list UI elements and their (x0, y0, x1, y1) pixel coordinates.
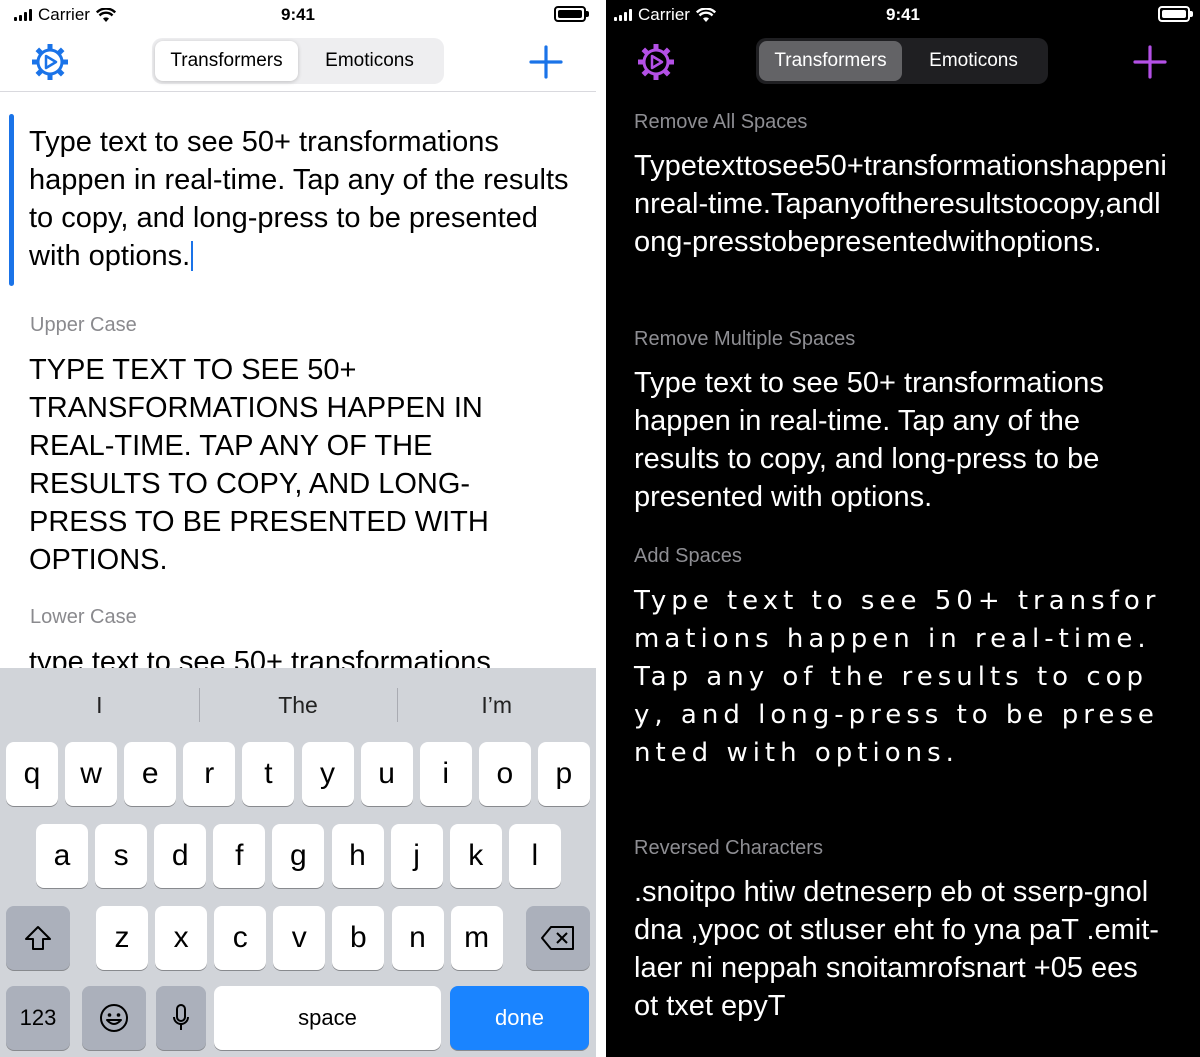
key-z[interactable]: z (96, 906, 148, 970)
tab-emoticons[interactable]: Emoticons (298, 41, 441, 81)
tab-transformers[interactable]: Transformers (759, 41, 902, 81)
status-bar: Carrier 9:41 (0, 0, 596, 30)
navigation-bar: Transformers Emoticons (0, 30, 596, 92)
add-plus-icon[interactable] (528, 44, 564, 80)
result-text-remove-multiple-spaces[interactable]: Type text to see 50+ transformations hap… (634, 364, 1154, 516)
tab-emoticons[interactable]: Emoticons (902, 41, 1045, 81)
result-text-reversed-characters[interactable]: .snoitpo htiw detneserp eb ot sserp-gnol… (634, 873, 1164, 1025)
key-m[interactable]: m (450, 906, 503, 970)
key-y[interactable]: y (301, 742, 354, 806)
result-text-upper-case[interactable]: TYPE TEXT TO SEE 50+ TRANSFORMATIONS HAP… (29, 351, 549, 579)
suggestion-item[interactable]: The (198, 668, 398, 742)
key-l[interactable]: l (508, 824, 561, 888)
text-input-area[interactable]: Type text to see 50+ transformations hap… (0, 106, 596, 286)
result-text-remove-all-spaces[interactable]: Typetexttosee50+transformationshappeninr… (634, 147, 1174, 261)
status-time: 9:41 (885, 5, 921, 24)
key-c[interactable]: c (214, 906, 267, 970)
key-d[interactable]: d (154, 824, 207, 888)
status-time: 9:41 (280, 5, 316, 24)
result-label-remove-all-spaces: Remove All Spaces (634, 111, 808, 133)
tab-transformers[interactable]: Transformers (155, 41, 298, 81)
light-mode-screen: Carrier 9:41 Transformers Emoticons Type… (0, 0, 596, 1057)
suggestion-item[interactable]: I (0, 668, 199, 742)
dark-mode-screen: Carrier 9:41 Transformers Emoticons Remo… (606, 0, 1200, 1057)
mode-segmented-control: Transformers Emoticons (152, 38, 444, 84)
numbers-key[interactable]: 123 (6, 986, 70, 1050)
key-q[interactable]: q (6, 742, 58, 806)
settings-gear-icon[interactable] (636, 42, 676, 82)
result-label-reversed-characters: Reversed Characters (634, 837, 823, 859)
dictation-key[interactable] (156, 986, 206, 1050)
done-key[interactable]: done (450, 986, 589, 1050)
result-text-add-spaces[interactable]: Type text to see 50+ transformations hap… (634, 582, 1179, 772)
key-e[interactable]: e (124, 742, 177, 806)
key-t[interactable]: t (242, 742, 295, 806)
key-o[interactable]: o (478, 742, 531, 806)
backspace-key[interactable] (526, 906, 590, 970)
add-plus-icon[interactable] (1132, 44, 1168, 80)
input-text-field[interactable]: Type text to see 50+ transformations hap… (29, 123, 576, 275)
key-w[interactable]: w (65, 742, 118, 806)
shift-key[interactable] (6, 906, 70, 970)
status-bar: Carrier 9:41 (606, 0, 1200, 30)
shift-arrow-icon (25, 926, 51, 950)
key-v[interactable]: v (273, 906, 326, 970)
input-focus-bar (9, 114, 14, 286)
input-text-value: Type text to see 50+ transformations hap… (29, 126, 569, 272)
key-s[interactable]: s (95, 824, 148, 888)
key-x[interactable]: x (155, 906, 208, 970)
key-h[interactable]: h (331, 824, 384, 888)
microphone-icon (173, 1004, 189, 1030)
key-n[interactable]: n (391, 906, 444, 970)
key-a[interactable]: a (36, 824, 88, 888)
key-g[interactable]: g (272, 824, 325, 888)
key-j[interactable]: j (390, 824, 443, 888)
result-label-lower-case: Lower Case (30, 606, 137, 628)
settings-gear-icon[interactable] (30, 42, 70, 82)
text-caret (191, 241, 194, 271)
emoji-smiley-icon (100, 1004, 128, 1032)
key-i[interactable]: i (419, 742, 472, 806)
result-label-upper-case: Upper Case (30, 314, 137, 336)
key-r[interactable]: r (183, 742, 236, 806)
battery-icon (1158, 6, 1193, 22)
result-label-remove-multiple-spaces: Remove Multiple Spaces (634, 328, 856, 350)
key-u[interactable]: u (360, 742, 413, 806)
delete-backspace-icon (541, 926, 574, 950)
predictive-suggestions-bar: I The I’m (0, 668, 596, 742)
key-p[interactable]: p (537, 742, 590, 806)
space-key[interactable]: space (214, 986, 441, 1050)
navigation-bar: Transformers Emoticons (606, 30, 1200, 92)
mode-segmented-control: Transformers Emoticons (756, 38, 1048, 84)
key-k[interactable]: k (449, 824, 502, 888)
battery-icon (554, 6, 589, 22)
result-label-add-spaces: Add Spaces (634, 545, 742, 567)
suggestion-item[interactable]: I’m (397, 668, 596, 742)
key-f[interactable]: f (213, 824, 266, 888)
on-screen-keyboard: I The I’m qwertyuiop asdfghjkl zxcvbnm 1… (0, 668, 596, 1057)
emoji-key[interactable] (82, 986, 146, 1050)
key-b[interactable]: b (332, 906, 385, 970)
